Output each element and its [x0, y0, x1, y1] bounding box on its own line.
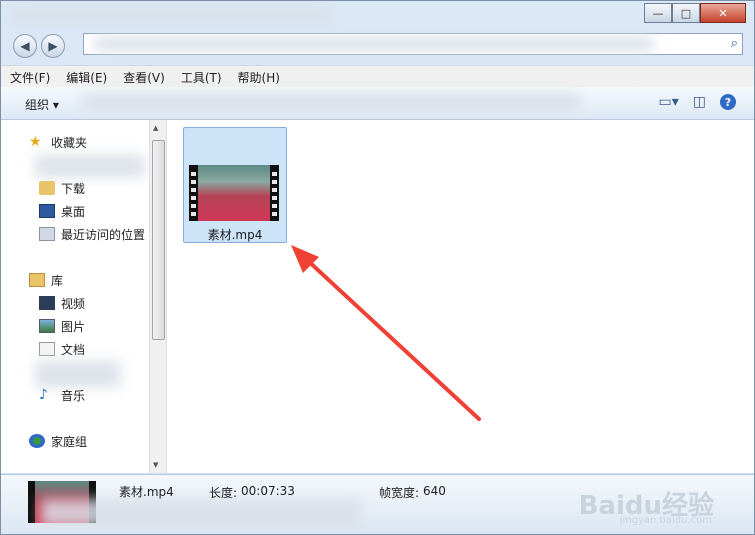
annotation-arrow: [291, 245, 481, 421]
explorer-window: — □ ✕ ◀ ▶ ⌕ 文件(F) 编辑(E) 查看(V) 工具(T) 帮助(H) 组织…: [0, 0, 755, 535]
